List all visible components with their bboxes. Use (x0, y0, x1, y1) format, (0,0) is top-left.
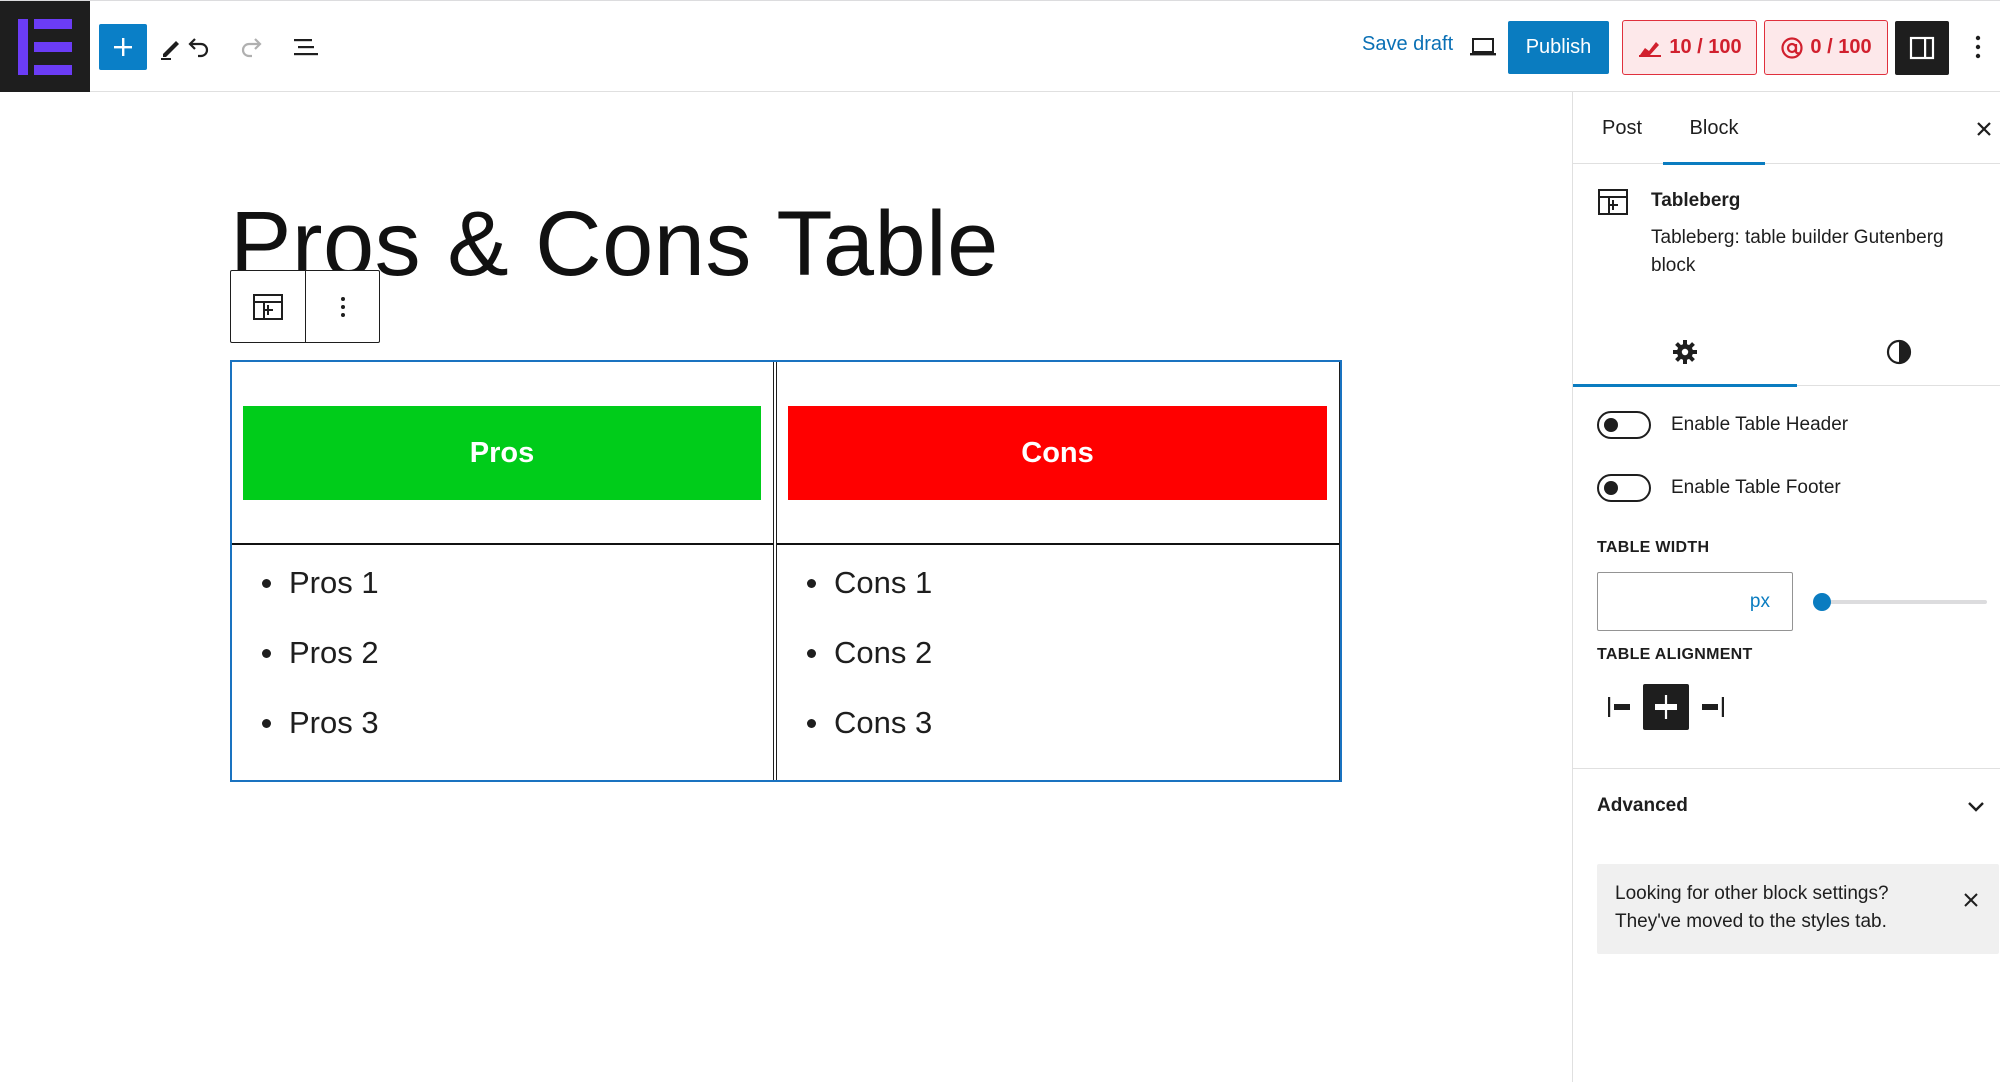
pros-header[interactable]: Pros (243, 406, 761, 500)
slider-thumb[interactable] (1813, 593, 1831, 611)
seo-score-button[interactable]: 10 / 100 (1622, 20, 1757, 75)
editor-canvas: Pros & Cons Table Pros Pros 1 Pros 2 Pro… (0, 92, 1572, 1082)
align-center-icon (1655, 695, 1677, 719)
align-right-button[interactable] (1689, 684, 1735, 730)
gear-icon (1673, 340, 1697, 364)
sidebar-toggle-icon (1909, 36, 1935, 60)
cons-list-item[interactable]: Cons 2 (807, 618, 1339, 688)
tab-block[interactable]: Block (1663, 92, 1765, 165)
seo-score-icon (1639, 41, 1662, 57)
undo-button[interactable] (176, 25, 220, 69)
chevron-down-icon (1968, 802, 1984, 812)
readability-score-value: 0 / 100 (1810, 36, 1872, 58)
block-toolbar (230, 270, 380, 343)
readability-score-button[interactable]: 0 / 100 (1764, 20, 1888, 75)
table-width-label: TABLE WIDTH (1597, 539, 1710, 556)
width-unit-select[interactable]: px (1750, 591, 1770, 613)
block-inspector-tabs (1573, 318, 2000, 387)
slider-track[interactable] (1813, 600, 1987, 604)
cons-list-item[interactable]: Cons 3 (807, 688, 1339, 758)
block-options-button[interactable] (305, 271, 379, 342)
toggle-switch[interactable] (1597, 474, 1651, 502)
undo-icon (188, 38, 209, 58)
settings-sidebar-toggle[interactable] (1895, 21, 1949, 75)
table-icon (1598, 189, 1628, 215)
close-icon (1977, 122, 1991, 136)
pros-column[interactable]: Pros Pros 1 Pros 2 Pros 3 (232, 362, 774, 780)
dismiss-notice-button[interactable] (1957, 886, 1985, 914)
list-view-icon (294, 39, 318, 56)
align-left-icon (1608, 697, 1630, 717)
close-icon (1964, 893, 1978, 907)
publish-button[interactable]: Publish (1508, 21, 1609, 74)
close-sidebar-button[interactable] (1969, 114, 1999, 144)
align-center-button[interactable] (1643, 684, 1689, 730)
readability-score-icon (1781, 36, 1804, 59)
redo-button[interactable] (230, 25, 274, 69)
laptop-icon (1470, 38, 1496, 56)
cons-list-item[interactable]: Cons 1 (807, 548, 1339, 618)
tab-settings[interactable] (1573, 318, 1797, 387)
pros-cons-table[interactable]: Pros Pros 1 Pros 2 Pros 3 Cons Cons 1 Co… (230, 360, 1342, 782)
tab-post[interactable]: Post (1577, 92, 1667, 164)
seo-score-value: 10 / 100 (1669, 36, 1742, 58)
preview-button[interactable] (1462, 26, 1504, 68)
toggle-switch[interactable] (1597, 411, 1651, 439)
advanced-panel-toggle[interactable]: Advanced (1573, 768, 2000, 844)
redo-icon (241, 38, 262, 58)
cons-list[interactable]: Cons 1 Cons 2 Cons 3 (777, 548, 1339, 758)
pros-list-item[interactable]: Pros 3 (262, 688, 773, 758)
align-left-button[interactable] (1597, 684, 1643, 730)
vertical-ellipsis-icon (340, 296, 345, 317)
table-width-slider[interactable] (1813, 592, 1987, 612)
sidebar-tabs: Post Block (1573, 92, 2000, 165)
table-alignment-group (1597, 684, 1735, 730)
enable-table-header-toggle[interactable]: Enable Table Header (1597, 410, 1848, 440)
block-type-button[interactable] (231, 271, 305, 342)
block-card-title: Tableberg (1651, 190, 1741, 211)
enable-table-footer-toggle[interactable]: Enable Table Footer (1597, 473, 1841, 503)
add-block-button[interactable] (99, 24, 147, 70)
align-right-icon (1702, 697, 1724, 717)
block-card-description: Tableberg: table builder Gutenberg block (1651, 227, 1944, 276)
toggle-label: Enable Table Header (1671, 414, 1849, 435)
table-icon (253, 293, 283, 320)
settings-sidebar: Post Block Tableberg Tableberg: table bu… (1572, 92, 2000, 1082)
cons-header-cell[interactable]: Cons (777, 362, 1339, 545)
table-alignment-label: TABLE ALIGNMENT (1597, 646, 1753, 663)
editor-header: Save draft Publish 10 / 100 0 / 100 (0, 0, 2000, 93)
pros-list-item[interactable]: Pros 2 (262, 618, 773, 688)
save-draft-button[interactable]: Save draft (1362, 33, 1453, 56)
document-overview-button[interactable] (284, 25, 328, 69)
pros-header-cell[interactable]: Pros (232, 362, 773, 545)
plus-icon (114, 38, 132, 56)
cons-column[interactable]: Cons Cons 1 Cons 2 Cons 3 (776, 362, 1340, 780)
styles-tab-notice: Looking for other block settings? They'v… (1597, 864, 1999, 954)
vertical-ellipsis-icon (1975, 35, 1981, 59)
tab-styles[interactable] (1797, 318, 2000, 386)
notice-text: Looking for other block settings? They'v… (1615, 883, 1889, 932)
pros-list-item[interactable]: Pros 1 (262, 548, 773, 618)
advanced-label: Advanced (1597, 795, 1688, 816)
toggle-label: Enable Table Footer (1671, 477, 1841, 498)
cons-header[interactable]: Cons (788, 406, 1327, 500)
table-width-input[interactable]: px (1597, 572, 1793, 631)
contrast-icon (1886, 339, 1912, 365)
pros-list[interactable]: Pros 1 Pros 2 Pros 3 (232, 548, 773, 758)
editor-logo-icon[interactable] (0, 1, 90, 93)
options-menu-button[interactable] (1960, 25, 1996, 69)
